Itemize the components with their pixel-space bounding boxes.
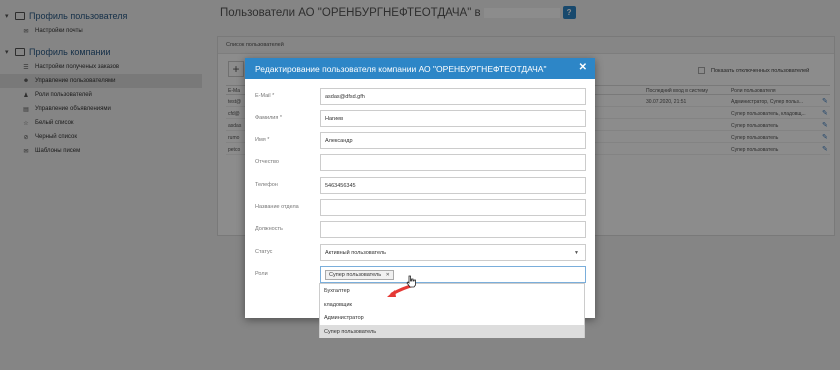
dropdown-option[interactable]: Супер пользователь — [320, 324, 584, 338]
edit-user-modal: Редактирование пользователя компании АО … — [245, 58, 595, 318]
first-name-label: Имя * — [255, 137, 270, 143]
dropdown-option[interactable]: Администратор — [320, 311, 584, 325]
middle-name-label: Отчество — [255, 159, 279, 165]
last-name-field[interactable]: Нагиев — [320, 110, 586, 127]
chevron-down-icon: ▼ — [574, 250, 579, 256]
modal-header: Редактирование пользователя компании АО … — [245, 58, 595, 79]
status-row: Статус Активный пользователь ▼ — [245, 244, 595, 261]
role-tag-label: Супер пользователь — [329, 272, 382, 278]
roles-label: Роли — [255, 271, 268, 277]
position-label: Должность — [255, 226, 283, 232]
email-field[interactable]: asdas@dfsd.gfh — [320, 88, 586, 105]
department-label: Название отдела — [255, 204, 299, 210]
email-row: E-Mail * asdas@dfsd.gfh — [245, 88, 595, 105]
remove-tag-icon[interactable]: ✕ — [386, 272, 390, 278]
email-label: E-Mail * — [255, 93, 275, 99]
role-tag: Супер пользователь ✕ — [325, 270, 394, 280]
phone-field[interactable]: 5463456345 — [320, 177, 586, 194]
status-value: Активный пользователь — [325, 250, 386, 256]
phone-label: Телефон — [255, 182, 278, 188]
hand-cursor-icon — [406, 275, 417, 291]
status-select[interactable]: Активный пользователь ▼ — [320, 244, 586, 261]
status-label: Статус — [255, 249, 273, 255]
modal-title: Редактирование пользователя компании АО … — [255, 64, 547, 74]
position-field[interactable] — [320, 221, 586, 238]
roles-dropdown: Бухгалтер кладовщик Администратор Супер … — [319, 283, 585, 338]
close-icon[interactable]: ✕ — [579, 62, 587, 73]
dropdown-option[interactable]: Бухгалтер — [320, 284, 584, 298]
roles-row: Роли Супер пользователь ✕ — [245, 266, 595, 283]
middle-name-field[interactable] — [320, 154, 586, 171]
last-name-label: Фамилия * — [255, 115, 283, 121]
position-row: Должность — [245, 221, 595, 238]
department-field[interactable] — [320, 199, 586, 216]
middle-name-row: Отчество — [245, 154, 595, 171]
first-name-field[interactable]: Александр — [320, 132, 586, 149]
dropdown-option[interactable]: кладовщик — [320, 298, 584, 312]
first-name-row: Имя * Александр — [245, 132, 595, 149]
phone-row: Телефон 5463456345 — [245, 177, 595, 194]
department-row: Название отдела — [245, 199, 595, 216]
last-name-row: Фамилия * Нагиев — [245, 110, 595, 127]
roles-multiselect[interactable]: Супер пользователь ✕ — [320, 266, 586, 283]
